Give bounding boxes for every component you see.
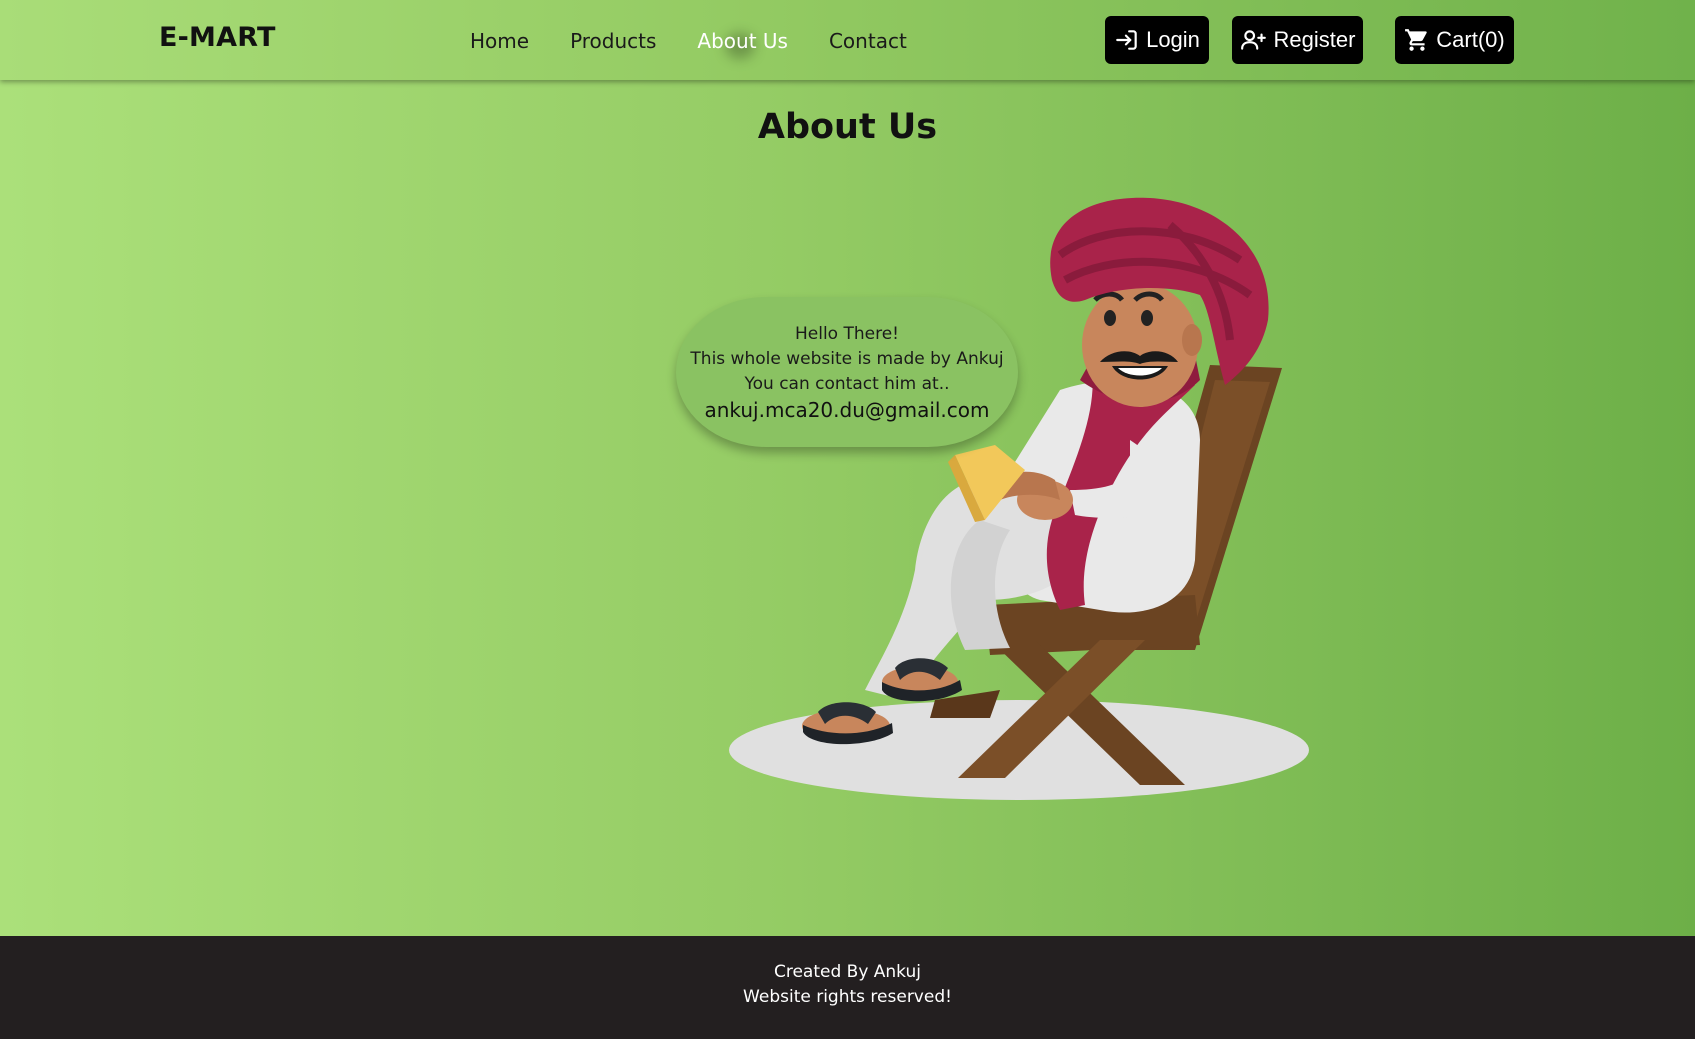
nav-links: Home Products About Us Contact: [470, 29, 907, 53]
cart-button[interactable]: Cart(0): [1395, 16, 1514, 64]
man-on-chair-illustration: [729, 197, 1309, 800]
footer-rights: Website rights reserved!: [743, 987, 952, 1007]
bubble-greeting: Hello There!: [794, 324, 899, 344]
nav-link-products[interactable]: Products: [570, 29, 656, 53]
page-title: About Us: [757, 107, 938, 147]
register-button[interactable]: Register: [1232, 16, 1363, 64]
register-label: Register: [1273, 27, 1356, 52]
bubble-made-by: This whole website is made by Ankuj: [690, 349, 1004, 369]
footer: Created By Ankuj Website rights reserved…: [0, 936, 1695, 1039]
cart-icon: [1404, 27, 1430, 53]
speech-bubble: Hello There! This whole website is made …: [676, 297, 1018, 447]
user-plus-icon: [1240, 27, 1268, 53]
nav-link-home[interactable]: Home: [470, 29, 529, 53]
login-icon: [1114, 27, 1140, 53]
bubble-contact-text: You can contact him at..: [744, 374, 950, 394]
navbar: E-MART Home Products About Us Contact Lo…: [0, 0, 1695, 80]
contact-email[interactable]: ankuj.mca20.du@gmail.com: [676, 397, 1018, 424]
footer-credit: Created By Ankuj: [773, 962, 922, 982]
login-button[interactable]: Login: [1105, 16, 1209, 64]
nav-link-contact[interactable]: Contact: [829, 29, 907, 53]
cart-label: Cart(0): [1436, 27, 1505, 52]
login-label: Login: [1146, 27, 1200, 52]
brand-logo[interactable]: E-MART: [159, 22, 276, 53]
nav-link-about-us[interactable]: About Us: [697, 29, 788, 53]
